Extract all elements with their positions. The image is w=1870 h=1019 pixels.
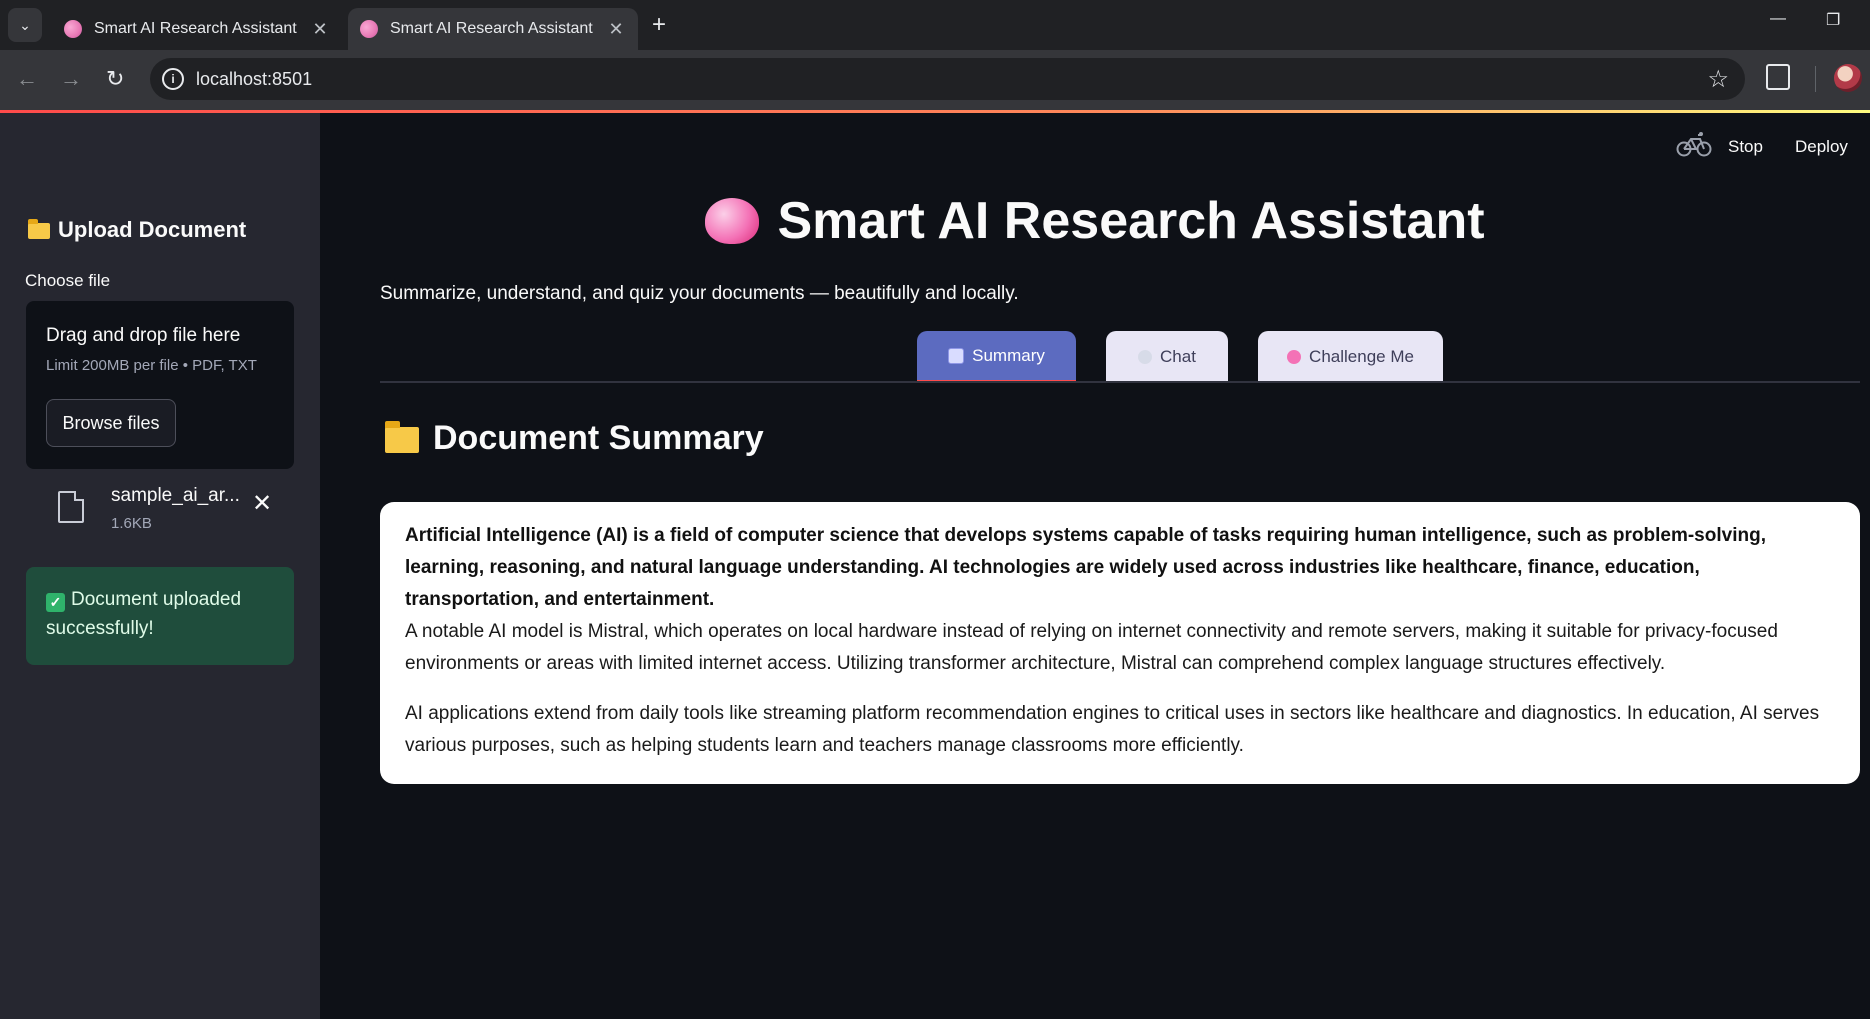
check-icon: ✓	[46, 593, 65, 612]
site-info-icon[interactable]: i	[162, 68, 184, 90]
uploaded-file: sample_ai_ar... 1.6KB ✕	[26, 481, 294, 541]
page-title: Smart AI Research Assistant	[320, 191, 1870, 251]
file-size: 1.6KB	[111, 515, 152, 532]
new-tab-button[interactable]: +	[652, 12, 666, 38]
page-title-text: Smart AI Research Assistant	[777, 192, 1485, 250]
file-name: sample_ai_ar...	[111, 485, 240, 506]
sidebar-header: Upload Document	[28, 217, 246, 243]
forward-icon[interactable]: →	[60, 66, 82, 92]
stop-button[interactable]: Stop	[1728, 137, 1763, 157]
remove-file-icon[interactable]: ✕	[252, 489, 272, 518]
tab-search-button[interactable]: ⌄	[8, 8, 42, 42]
tab-chat-label: Chat	[1160, 347, 1196, 366]
browser-tab-2[interactable]: Smart AI Research Assistant ✕	[348, 8, 638, 50]
brain-favicon-icon	[64, 20, 82, 38]
minimize-icon[interactable]: —	[1770, 10, 1786, 28]
summary-intro: Artificial Intelligence (AI) is a field …	[405, 525, 1766, 610]
folder-icon	[385, 420, 419, 453]
back-icon[interactable]: ←	[16, 66, 38, 92]
main-content: Stop Deploy Smart AI Research Assistant …	[320, 113, 1870, 1019]
browser-tab-1[interactable]: Smart AI Research Assistant ✕	[52, 8, 342, 50]
restore-icon[interactable]: ❐	[1826, 10, 1840, 30]
section-title: Document Summary	[385, 419, 764, 458]
toolbar-divider	[1815, 66, 1816, 92]
success-message: Document uploaded successfully!	[46, 589, 242, 639]
folder-icon	[28, 219, 50, 239]
dropzone-title: Drag and drop file here	[46, 325, 241, 346]
browse-files-button[interactable]: Browse files	[46, 399, 176, 447]
tab-summary-label: Summary	[972, 345, 1045, 365]
browser-tab-title: Smart AI Research Assistant	[390, 20, 593, 37]
summary-mistral: A notable AI model is Mistral, which ope…	[405, 621, 1778, 674]
summary-paragraph-2: AI applications extend from daily tools …	[405, 703, 1820, 756]
tab-bar: Summary Chat Challenge Me	[380, 331, 1860, 383]
sidebar: Upload Document Choose file Drag and dro…	[0, 113, 320, 1019]
bookmark-star-icon[interactable]: ☆	[1707, 65, 1729, 94]
page-subtitle: Summarize, understand, and quiz your doc…	[380, 283, 1019, 304]
url-text[interactable]: localhost:8501	[196, 69, 312, 90]
brain-favicon-icon	[360, 20, 378, 38]
file-icon	[58, 491, 84, 523]
section-title-text: Document Summary	[433, 419, 764, 457]
brain-icon	[705, 198, 760, 244]
close-tab-icon[interactable]: ✕	[604, 19, 628, 40]
tab-summary[interactable]: Summary	[917, 331, 1076, 383]
deploy-button[interactable]: Deploy	[1795, 137, 1848, 157]
speech-bubble-icon	[1138, 350, 1153, 364]
success-alert: ✓ Document uploaded successfully!	[26, 567, 294, 665]
brain-icon	[1287, 350, 1302, 364]
running-bike-icon	[1676, 132, 1712, 157]
browser-toolbar: ← → ↻ i localhost:8501 ☆	[0, 50, 1870, 110]
chevron-down-icon: ⌄	[19, 16, 31, 33]
tab-chat[interactable]: Chat	[1106, 331, 1228, 383]
tab-challenge-label: Challenge Me	[1309, 347, 1414, 366]
file-dropzone[interactable]: Drag and drop file here Limit 200MB per …	[26, 301, 294, 469]
document-icon	[948, 347, 965, 364]
extensions-icon[interactable]	[1766, 64, 1790, 90]
profile-avatar[interactable]	[1834, 64, 1862, 92]
browser-tab-strip: ⌄ Smart AI Research Assistant ✕ Smart AI…	[0, 0, 1870, 50]
summary-card: Artificial Intelligence (AI) is a field …	[380, 502, 1860, 784]
summary-paragraph-1: Artificial Intelligence (AI) is a field …	[405, 520, 1838, 680]
address-bar[interactable]: i localhost:8501 ☆	[150, 58, 1745, 100]
reload-icon[interactable]: ↻	[106, 66, 124, 92]
uploader-label: Choose file	[25, 271, 111, 290]
browser-tab-title: Smart AI Research Assistant	[94, 20, 297, 37]
dropzone-limit: Limit 200MB per file • PDF, TXT	[46, 357, 257, 374]
tab-divider	[380, 381, 1860, 383]
tab-challenge-me[interactable]: Challenge Me	[1258, 331, 1443, 383]
sidebar-header-text: Upload Document	[58, 217, 247, 242]
close-tab-icon[interactable]: ✕	[308, 19, 332, 40]
